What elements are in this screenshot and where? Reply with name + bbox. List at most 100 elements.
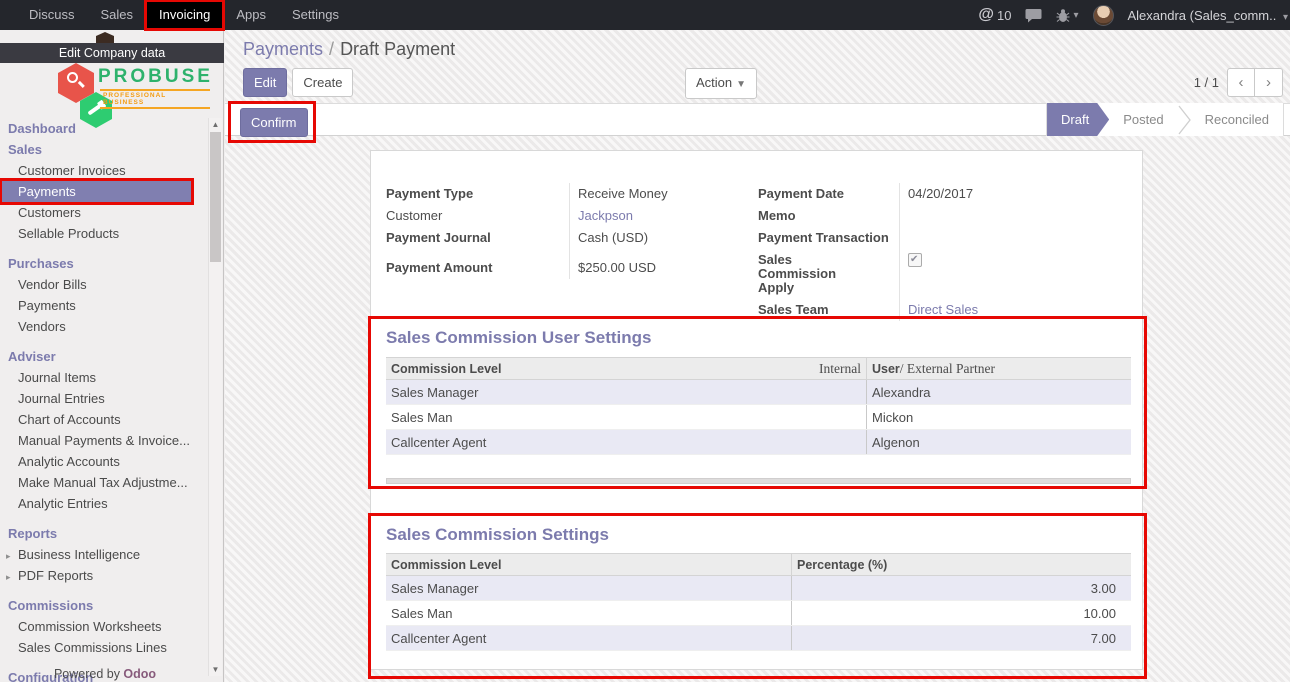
sidebar-item-commission-worksheets[interactable]: Commission Worksheets bbox=[0, 616, 206, 637]
commission-level-cell: Sales Manager bbox=[386, 581, 483, 596]
edit-button[interactable]: Edit bbox=[243, 68, 287, 97]
sidebar-item-journal-entries[interactable]: Journal Entries bbox=[0, 388, 206, 409]
app-window: Discuss Sales Invoicing Apps Settings @ … bbox=[0, 0, 1290, 682]
user-cell: Mickon bbox=[867, 410, 918, 425]
commission-level-cell: Sales Man bbox=[386, 606, 457, 621]
sidebar-heading-adviser[interactable]: Adviser bbox=[0, 346, 206, 367]
sales-commission-apply-checkbox[interactable] bbox=[908, 253, 922, 267]
table-row[interactable]: Callcenter Agent 7.00 bbox=[386, 626, 1131, 651]
form-left-column: Payment Type Receive Money Customer Jack… bbox=[386, 183, 758, 279]
nav-item-invoicing[interactable]: Invoicing bbox=[146, 0, 223, 30]
mentions-counter[interactable]: @ 10 bbox=[978, 6, 1011, 24]
table-row[interactable]: Sales Man Mickon bbox=[386, 405, 1131, 430]
sidebar-item-vendors[interactable]: Vendors bbox=[0, 316, 206, 337]
magnifier-icon bbox=[67, 72, 78, 83]
sidebar-item-analytic-entries[interactable]: Analytic Entries bbox=[0, 493, 206, 514]
memo-value bbox=[899, 205, 1133, 227]
status-step-posted[interactable]: Posted bbox=[1109, 103, 1177, 136]
at-icon: @ bbox=[978, 6, 994, 24]
sidebar-item-vendor-payments[interactable]: Payments bbox=[0, 295, 206, 316]
col-commission-level-header[interactable]: Commission Level bbox=[386, 558, 506, 572]
col-percentage-header[interactable]: Percentage (%) bbox=[792, 558, 892, 572]
messages-icon[interactable] bbox=[1025, 8, 1042, 23]
user-menu[interactable]: Alexandra (Sales_comm.. bbox=[1128, 8, 1289, 23]
action-dropdown-button[interactable]: Action▼ bbox=[685, 68, 757, 99]
logo-title: PROBUSE bbox=[98, 66, 213, 88]
sales-team-value-link[interactable]: Direct Sales bbox=[899, 299, 1133, 321]
sidebar-item-customer-invoices[interactable]: Customer Invoices bbox=[0, 160, 206, 181]
table-row[interactable]: Sales Manager Alexandra bbox=[386, 380, 1131, 405]
breadcrumb: Payments/Draft Payment bbox=[243, 39, 455, 60]
nav-item-sales[interactable]: Sales bbox=[88, 0, 147, 30]
create-button[interactable]: Create bbox=[292, 68, 353, 97]
pager-next-button[interactable]: › bbox=[1255, 68, 1283, 97]
user-settings-header-row: Commission Level Internal User / Externa… bbox=[386, 357, 1131, 380]
scroll-down-arrow-icon[interactable]: ▼ bbox=[209, 665, 222, 674]
sidebar-scrollbar[interactable]: ▲ ▼ bbox=[208, 118, 222, 676]
confirm-button[interactable]: Confirm bbox=[240, 108, 308, 137]
scroll-up-arrow-icon[interactable]: ▲ bbox=[209, 120, 222, 129]
sidebar-heading-sales[interactable]: Sales bbox=[0, 139, 206, 160]
edit-company-data-button[interactable]: Edit Company data bbox=[0, 43, 224, 63]
sidebar-item-sellable-products[interactable]: Sellable Products bbox=[0, 223, 206, 244]
form-right-column: Payment Date 04/20/2017 Memo Payment Tra… bbox=[758, 183, 1133, 321]
table-row[interactable]: Sales Manager 3.00 bbox=[386, 576, 1131, 601]
sidebar-item-chart-of-accounts[interactable]: Chart of Accounts bbox=[0, 409, 206, 430]
commission-settings-table: Commission Level Percentage (%) Sales Ma… bbox=[386, 553, 1131, 651]
pager-previous-button[interactable]: ‹ bbox=[1227, 68, 1255, 97]
statusbar: Confirm Draft Posted Reconciled bbox=[225, 103, 1290, 136]
col-user-header[interactable]: User bbox=[867, 362, 900, 376]
table-horizontal-scrollbar[interactable] bbox=[386, 478, 1131, 484]
sidebar-item-payments[interactable]: Payments bbox=[0, 181, 193, 202]
table-row[interactable]: Callcenter Agent Algenon bbox=[386, 430, 1131, 455]
sidebar-item-journal-items[interactable]: Journal Items bbox=[0, 367, 206, 388]
powered-by-odoo: Powered by Odoo bbox=[0, 667, 210, 681]
sidebar-heading-purchases[interactable]: Purchases bbox=[0, 253, 206, 274]
col-commission-level-header[interactable]: Commission Level bbox=[386, 362, 506, 376]
breadcrumb-separator: / bbox=[323, 39, 340, 59]
commission-level-cell: Callcenter Agent bbox=[386, 631, 491, 646]
form-spacer bbox=[569, 249, 758, 257]
sidebar-item-vendor-bills[interactable]: Vendor Bills bbox=[0, 274, 206, 295]
nav-item-apps[interactable]: Apps bbox=[223, 0, 279, 30]
user-cell: Alexandra bbox=[867, 385, 936, 400]
sidebar-item-manual-payments[interactable]: Manual Payments & Invoice... bbox=[0, 430, 206, 451]
sidebar-heading-commissions[interactable]: Commissions bbox=[0, 595, 206, 616]
breadcrumb-payments-link[interactable]: Payments bbox=[243, 39, 323, 59]
user-settings-title: Sales Commission User Settings bbox=[386, 328, 651, 348]
status-step-reconciled[interactable]: Reconciled bbox=[1191, 103, 1283, 136]
sidebar-item-sales-commissions-lines[interactable]: Sales Commissions Lines bbox=[0, 637, 206, 658]
sidebar: Edit Company data PROBUSE PROFESSIONAL B… bbox=[0, 30, 224, 682]
sales-team-label: Sales Team bbox=[758, 299, 899, 321]
payment-transaction-label: Payment Transaction bbox=[758, 227, 899, 249]
company-logo[interactable]: PROBUSE PROFESSIONAL BUSINESS bbox=[0, 63, 210, 121]
sidebar-item-customers[interactable]: Customers bbox=[0, 202, 206, 223]
sidebar-heading-reports[interactable]: Reports bbox=[0, 523, 206, 544]
commission-settings-title: Sales Commission Settings bbox=[386, 525, 609, 545]
payment-amount-label: Payment Amount bbox=[386, 257, 569, 279]
sidebar-item-manual-tax[interactable]: Make Manual Tax Adjustme... bbox=[0, 472, 206, 493]
pager-counter: 1 / 1 bbox=[1194, 75, 1219, 90]
status-pipeline: Draft Posted Reconciled bbox=[1046, 103, 1284, 136]
percentage-cell: 10.00 bbox=[792, 606, 1124, 621]
payment-transaction-value bbox=[899, 227, 1133, 249]
scrollbar-thumb[interactable] bbox=[210, 132, 221, 262]
debug-bug-icon[interactable] bbox=[1056, 8, 1078, 23]
sales-commission-apply-label: Sales Commission Apply bbox=[758, 249, 878, 299]
sidebar-item-analytic-accounts[interactable]: Analytic Accounts bbox=[0, 451, 206, 472]
sidebar-heading-dashboard[interactable]: Dashboard bbox=[0, 118, 206, 139]
payment-type-label: Payment Type bbox=[386, 183, 569, 205]
sidebar-item-business-intelligence[interactable]: Business Intelligence bbox=[0, 544, 206, 565]
breadcrumb-current: Draft Payment bbox=[340, 39, 455, 59]
table-row[interactable]: Sales Man 10.00 bbox=[386, 601, 1131, 626]
payment-amount-value: $250.00 USD bbox=[569, 257, 758, 279]
user-avatar[interactable] bbox=[1093, 5, 1114, 26]
sidebar-item-pdf-reports[interactable]: PDF Reports bbox=[0, 565, 206, 586]
status-step-draft[interactable]: Draft bbox=[1047, 103, 1109, 136]
customer-value-link[interactable]: Jackpson bbox=[569, 205, 758, 227]
odoo-brand-link[interactable]: Odoo bbox=[123, 667, 156, 681]
nav-item-discuss[interactable]: Discuss bbox=[16, 0, 88, 30]
percentage-cell: 3.00 bbox=[792, 581, 1124, 596]
nav-item-settings[interactable]: Settings bbox=[279, 0, 352, 30]
form-spacer bbox=[386, 249, 569, 257]
